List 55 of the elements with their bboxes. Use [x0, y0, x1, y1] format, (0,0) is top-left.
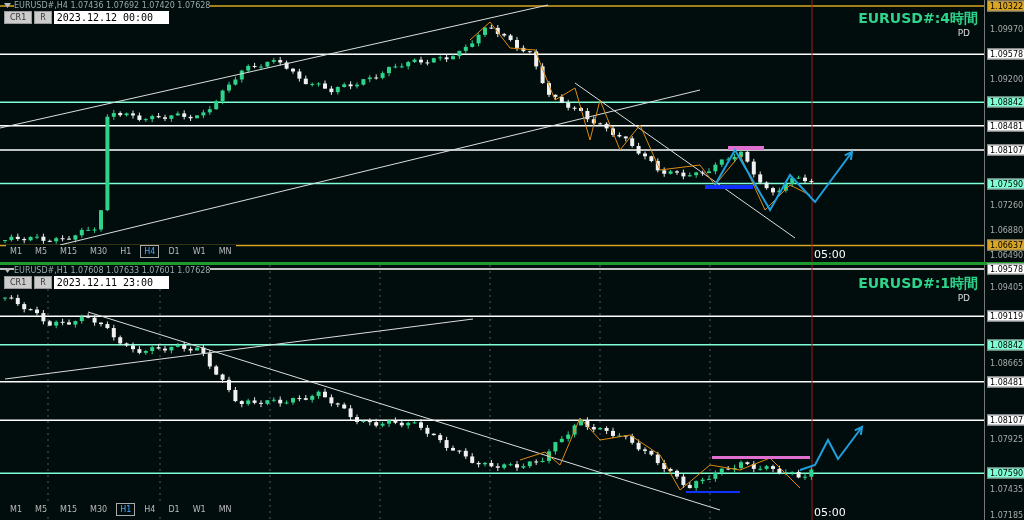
- timeframe-tab[interactable]: M1: [6, 245, 26, 258]
- price-level-label: 1.09119: [987, 310, 1024, 322]
- chart-button[interactable]: CR1: [4, 276, 33, 289]
- price-level-label: 1.08481: [987, 120, 1024, 132]
- chart-button[interactable]: R: [34, 11, 52, 24]
- price-tick: 1.07185: [990, 510, 1024, 520]
- price-tick: 1.09200: [990, 74, 1024, 84]
- symbol-header: EURUSD#,H4 1.07436 1.07692 1.07420 1.07628: [14, 1, 211, 10]
- timeframe-tab[interactable]: H4: [140, 503, 160, 516]
- chart-button[interactable]: CR1: [4, 11, 33, 24]
- datetime-field[interactable]: 2023.12.12 00:00: [53, 11, 170, 24]
- price-tick: 1.07925: [990, 434, 1024, 444]
- timeframe-tab[interactable]: D1: [164, 503, 184, 516]
- timeframe-tab[interactable]: M30: [86, 245, 112, 258]
- price-level-label: 1.08842: [987, 339, 1024, 351]
- price-level-label: 1.08107: [987, 414, 1024, 426]
- price-level-label: 1.07590: [987, 467, 1024, 479]
- price-level-label: 1.06637: [987, 239, 1024, 251]
- price-tick: 1.07435: [990, 484, 1024, 494]
- timeframe-tab[interactable]: M5: [31, 245, 51, 258]
- time-label: 05:00: [814, 506, 846, 519]
- price-level-label: 1.08107: [987, 144, 1024, 156]
- price-tick: 1.09405: [990, 282, 1024, 292]
- timeframe-tab[interactable]: MN: [214, 503, 236, 516]
- timeframe-tab[interactable]: M30: [86, 503, 112, 516]
- datetime-field[interactable]: 2023.12.11 23:00: [53, 276, 170, 289]
- symbol-header: EURUSD#,H1 1.07608 1.07633 1.07601 1.07628: [14, 266, 211, 275]
- price-level-label: 1.10322: [987, 0, 1024, 12]
- chart-title: EURUSD#:4時間: [858, 10, 978, 28]
- timeframe-tab[interactable]: D1: [164, 245, 184, 258]
- price-tick: 1.08665: [990, 358, 1024, 368]
- timeframe-tab[interactable]: M15: [56, 503, 82, 516]
- chart-subtitle: PD: [957, 293, 970, 303]
- price-level-label: 1.08481: [987, 376, 1024, 388]
- chart-subtitle: PD: [957, 28, 970, 38]
- timeframe-tab[interactable]: M1: [6, 503, 26, 516]
- price-level-label: 1.08842: [987, 96, 1024, 108]
- price-tick: 1.07260: [990, 200, 1024, 210]
- timeframe-tab[interactable]: H4: [140, 245, 160, 258]
- timeframe-tab[interactable]: MN: [214, 245, 236, 258]
- timeframe-tab[interactable]: W1: [188, 503, 210, 516]
- timeframe-tab[interactable]: W1: [188, 245, 210, 258]
- price-tick: 1.09970: [990, 24, 1024, 34]
- price-level-label: 1.07590: [987, 178, 1024, 189]
- timeframe-tab[interactable]: H1: [116, 245, 136, 258]
- timeframe-tab[interactable]: M5: [31, 503, 51, 516]
- price-tick: 1.06880: [990, 225, 1024, 235]
- price-level-label: 1.09578: [987, 263, 1024, 275]
- timeframe-tab[interactable]: M15: [56, 245, 82, 258]
- chart-title: EURUSD#:1時間: [858, 275, 978, 293]
- timeframe-tab[interactable]: H1: [116, 503, 136, 516]
- price-tick: 1.06490: [990, 250, 1024, 260]
- chart-button[interactable]: R: [34, 276, 52, 289]
- time-label: 05:00: [814, 248, 846, 261]
- price-level-label: 1.09578: [987, 48, 1024, 60]
